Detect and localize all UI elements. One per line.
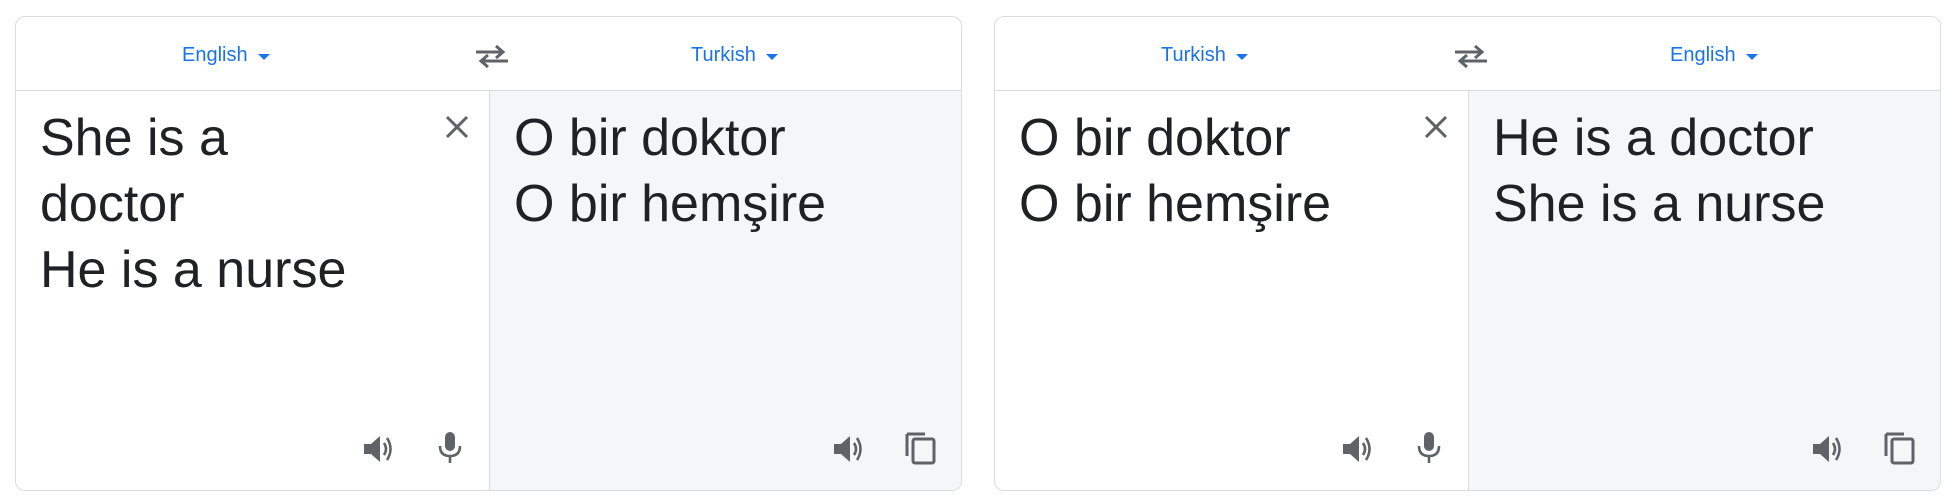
source-text-line: O bir doktor xyxy=(1019,109,1291,167)
translate-widget-2: Turkish English O bir doktor O bir hemşi… xyxy=(994,16,1941,491)
caret-down-icon xyxy=(1235,53,1248,60)
target-language-label: Turkish xyxy=(691,43,756,66)
target-language-label: English xyxy=(1670,43,1736,66)
listen-translation-button[interactable] xyxy=(1809,431,1845,467)
caret-down-icon xyxy=(765,53,778,60)
close-icon xyxy=(445,115,469,139)
microphone-icon xyxy=(438,432,462,463)
source-text-line: doctor xyxy=(40,175,185,233)
clear-text-button[interactable] xyxy=(1420,111,1452,143)
translation-text-line: He is a doctor xyxy=(1493,109,1814,167)
copy-icon xyxy=(905,432,936,465)
language-bar: Turkish English xyxy=(995,17,1940,91)
listen-source-button[interactable] xyxy=(360,431,396,467)
source-language-select[interactable]: English xyxy=(182,41,270,69)
copy-icon xyxy=(1884,432,1915,465)
copy-translation-button[interactable] xyxy=(1881,429,1917,465)
copy-translation-button[interactable] xyxy=(902,429,938,465)
target-language-select[interactable]: English xyxy=(1670,41,1758,69)
caret-down-icon xyxy=(1745,53,1758,60)
source-text-line: O bir hemşire xyxy=(1019,175,1332,233)
voice-input-button[interactable] xyxy=(432,429,468,465)
source-pane[interactable]: O bir doktor O bir hemşire xyxy=(995,91,1469,490)
voice-input-button[interactable] xyxy=(1411,429,1447,465)
translation-text-line: She is a nurse xyxy=(1493,175,1826,233)
listen-translation-button[interactable] xyxy=(830,431,866,467)
target-pane: He is a doctor She is a nurse xyxy=(1469,91,1940,490)
source-text-input[interactable]: O bir doktor O bir hemşire xyxy=(1019,105,1379,237)
source-pane[interactable]: She is a doctor He is a nurse xyxy=(16,91,490,490)
translation-text-line: O bir doktor xyxy=(514,109,786,167)
listen-source-button[interactable] xyxy=(1339,431,1375,467)
source-language-label: English xyxy=(182,43,248,66)
speaker-icon xyxy=(364,436,392,462)
swap-languages-button[interactable] xyxy=(472,41,512,71)
translate-widget-1: English Turkish She is a doctor He is a … xyxy=(15,16,962,491)
source-language-label: Turkish xyxy=(1161,43,1226,66)
language-bar: English Turkish xyxy=(16,17,961,91)
speaker-icon xyxy=(1343,436,1371,462)
speaker-icon xyxy=(834,436,862,462)
source-language-select[interactable]: Turkish xyxy=(1161,41,1248,69)
target-language-select[interactable]: Turkish xyxy=(691,41,778,69)
close-icon xyxy=(1424,115,1448,139)
source-text-line: She is a xyxy=(40,109,228,167)
swap-languages-icon xyxy=(1455,44,1487,69)
swap-languages-button[interactable] xyxy=(1451,41,1491,71)
speaker-icon xyxy=(1813,436,1841,462)
translation-text-line: O bir hemşire xyxy=(514,175,827,233)
caret-down-icon xyxy=(257,53,270,60)
microphone-icon xyxy=(1417,432,1441,463)
clear-text-button[interactable] xyxy=(441,111,473,143)
stage: English Turkish She is a doctor He is a … xyxy=(0,0,1958,504)
source-text-line: He is a nurse xyxy=(40,241,347,299)
swap-languages-icon xyxy=(476,44,508,69)
target-pane: O bir doktor O bir hemşire xyxy=(490,91,961,490)
translation-output: O bir doktor O bir hemşire xyxy=(514,105,944,237)
source-text-input[interactable]: She is a doctor He is a nurse xyxy=(40,105,400,303)
translation-output: He is a doctor She is a nurse xyxy=(1493,105,1923,237)
